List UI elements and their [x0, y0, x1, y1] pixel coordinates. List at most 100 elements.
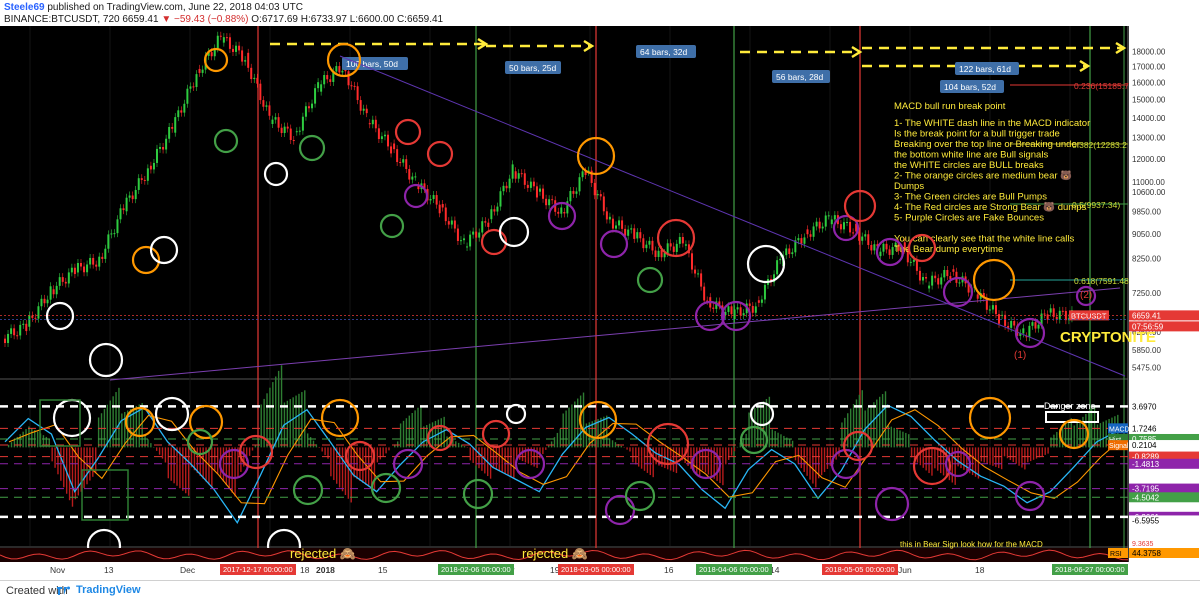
- macd-histogram-bar: [388, 447, 389, 450]
- price-candle: [220, 36, 222, 37]
- macd-histogram-bar: [124, 412, 125, 447]
- macd-legend-label: Signal: [1109, 443, 1129, 450]
- macd-histogram-bar: [359, 447, 360, 481]
- macd-histogram-bar: [478, 447, 479, 468]
- macd-histogram-bar: [1045, 447, 1046, 454]
- range-label: 100 bars, 50d: [346, 59, 398, 69]
- macd-histogram-bar: [214, 447, 215, 470]
- price-candle: [202, 70, 204, 73]
- macd-histogram-bar: [121, 413, 122, 447]
- price-candle: [658, 251, 660, 257]
- price-candle: [217, 36, 219, 49]
- macd-histogram-bar: [806, 447, 807, 475]
- price-candle: [542, 189, 544, 199]
- price-candle: [615, 225, 617, 228]
- macd-histogram-bar: [960, 447, 961, 468]
- price-candle: [396, 149, 398, 162]
- price-candle: [864, 234, 866, 236]
- price-candle: [475, 232, 477, 238]
- macd-histogram-bar: [231, 447, 232, 492]
- annotation-line: the bottom white line are Bull signals: [894, 150, 1048, 161]
- price-candle: [813, 226, 815, 236]
- price-candle: [925, 277, 927, 279]
- macd-histogram-bar: [780, 434, 781, 447]
- macd-histogram-bar: [583, 393, 584, 448]
- price-candle: [120, 208, 122, 219]
- author-name[interactable]: Steele69: [4, 2, 45, 13]
- macd-histogram-bar: [638, 447, 639, 466]
- macd-histogram-bar: [1033, 447, 1034, 459]
- price-candle: [317, 82, 319, 88]
- price-candle: [135, 190, 137, 199]
- chart-svg[interactable]: 18000.0017000.0016000.0015000.0014000.00…: [0, 26, 1200, 580]
- macd-histogram-bar: [815, 447, 816, 487]
- danger-zone-label: Danger zone: [1044, 401, 1096, 411]
- rsi-low-label: 9.3635: [1132, 541, 1154, 548]
- macd-histogram-bar: [275, 376, 276, 447]
- price-axis-label: 13000.00: [1132, 134, 1166, 143]
- price-candle: [259, 84, 261, 100]
- price-candle: [323, 75, 325, 84]
- price-axis-label: 18000.00: [1132, 47, 1166, 56]
- macd-histogram-bar: [551, 441, 552, 447]
- price-candle: [351, 85, 353, 86]
- price-candle: [731, 306, 733, 314]
- fib-level-label: 0.382(12283.2: [1072, 140, 1127, 150]
- chart-canvas[interactable]: 18000.0017000.0016000.0015000.0014000.00…: [0, 26, 1200, 580]
- price-axis-label: 11000.00: [1132, 178, 1165, 187]
- publish-line: Steele69 published on TradingView.com, J…: [4, 2, 303, 13]
- macd-histogram-bar: [809, 447, 810, 479]
- price-axis-label: 14000.00: [1132, 114, 1166, 123]
- macd-histogram-bar: [795, 447, 796, 460]
- price-candle: [147, 168, 149, 180]
- price-axis-label: 5475.00: [1132, 363, 1161, 372]
- macd-histogram-bar: [464, 446, 465, 447]
- annotation-title: MACD bull run break point: [894, 101, 1006, 112]
- macd-histogram-bar: [397, 441, 398, 447]
- macd-histogram-bar: [54, 447, 55, 467]
- price-candle: [302, 117, 304, 131]
- price-candle: [575, 191, 577, 193]
- macd-histogram-bar: [287, 401, 288, 448]
- price-candle: [168, 127, 170, 139]
- rsi-value-label: 44.3758: [1132, 549, 1161, 558]
- macd-histogram-bar: [412, 413, 413, 447]
- macd-histogram-bar: [14, 440, 15, 448]
- macd-histogram-bar: [1027, 447, 1028, 462]
- price-candle: [737, 307, 739, 309]
- macd-histogram-bar: [234, 447, 235, 496]
- price-candle: [463, 238, 465, 240]
- macd-histogram-bar: [1024, 447, 1025, 469]
- last-price: 6659.41: [122, 14, 158, 25]
- price-candle: [47, 300, 49, 304]
- price-candle: [287, 127, 289, 129]
- ohlc-values: O:6717.69 H:6733.97 L:6600.00 C:6659.41: [251, 14, 443, 25]
- price-candle: [952, 269, 954, 272]
- macd-legend-label: MACD: [1109, 426, 1130, 433]
- annotation-line: 2- The orange circles are medium bear 🐻: [894, 170, 1072, 182]
- price-candle: [816, 222, 818, 227]
- price-candle: [50, 286, 52, 299]
- range-label: 56 bars, 28d: [776, 72, 824, 82]
- range-label: 64 bars, 32d: [640, 47, 688, 57]
- macd-histogram-bar: [258, 440, 259, 448]
- price-candle: [560, 208, 562, 214]
- macd-histogram-bar: [705, 447, 706, 472]
- price-candle: [293, 140, 295, 141]
- macd-histogram-bar: [629, 447, 630, 451]
- macd-histogram-bar: [1039, 447, 1040, 457]
- price-candle: [25, 324, 27, 331]
- tradingview-brand[interactable]: TradingView: [76, 584, 141, 596]
- macd-histogram-bar: [841, 422, 842, 447]
- price-candle: [56, 286, 58, 294]
- price-candle: [68, 272, 70, 283]
- price-candle: [828, 215, 830, 216]
- macd-histogram-bar: [1076, 423, 1077, 448]
- price-axis-label: 10600.00: [1132, 188, 1166, 197]
- macd-histogram-bar: [626, 447, 627, 449]
- price-candle: [320, 84, 322, 91]
- macd-histogram-bar: [162, 447, 163, 458]
- macd-histogram-bar: [185, 447, 186, 493]
- macd-histogram-bar: [223, 447, 224, 481]
- price-candle: [530, 182, 532, 188]
